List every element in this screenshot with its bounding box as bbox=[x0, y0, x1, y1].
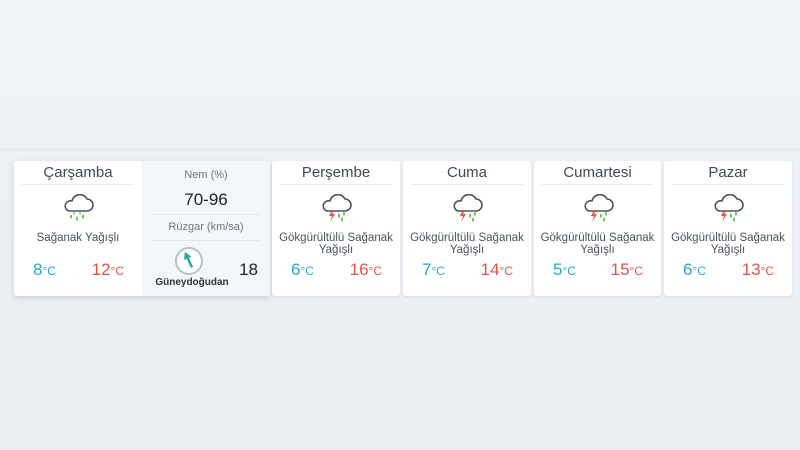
day-card[interactable]: Cuma Gökgürültülü Sağanak Yağışlı 7°C 14… bbox=[403, 161, 531, 296]
thunder-rain-cloud-icon bbox=[453, 194, 483, 222]
max-temp: 12°C bbox=[91, 260, 124, 279]
day-name: Pazar bbox=[672, 161, 784, 185]
day-card[interactable]: Cumartesi Gökgürültülü Sağanak Yağışlı 5… bbox=[534, 161, 661, 296]
thunder-rain-cloud-icon bbox=[584, 194, 614, 222]
day-card[interactable]: Perşembe Gökgürültülü Sağanak Yağışlı 6°… bbox=[272, 161, 400, 296]
day-name: Çarşamba bbox=[22, 161, 134, 185]
thunder-rain-cloud-icon bbox=[322, 194, 352, 222]
day-name: Cumartesi bbox=[542, 161, 653, 185]
day-card[interactable]: Pazar Gökgürültülü Sağanak Yağışlı 6°C 1… bbox=[664, 161, 792, 296]
min-temp: 7°C bbox=[422, 260, 445, 279]
humidity-label: Nem (%) bbox=[184, 169, 228, 181]
min-temp: 5°C bbox=[553, 260, 576, 279]
details-divider bbox=[152, 214, 260, 215]
today-card[interactable]: Çarşamba Sağanak Yağışlı 8°C 12°C Nem (%… bbox=[14, 161, 270, 296]
max-temp: 16°C bbox=[349, 260, 382, 279]
day-name: Perşembe bbox=[280, 161, 392, 185]
wind-label: Rüzgar (km/sa) bbox=[168, 221, 244, 233]
today-main: Çarşamba Sağanak Yağışlı 8°C 12°C bbox=[14, 161, 142, 296]
forecast-row: Çarşamba Sağanak Yağışlı 8°C 12°C Nem (%… bbox=[14, 161, 792, 296]
section-divider bbox=[0, 149, 800, 150]
max-temp: 14°C bbox=[480, 260, 513, 279]
max-temp: 13°C bbox=[741, 260, 774, 279]
rain-cloud-icon bbox=[64, 194, 94, 221]
condition-text: Gökgürültülü Sağanak Yağışlı bbox=[671, 232, 785, 256]
wind-direction: Güneydoğudan bbox=[155, 277, 229, 288]
condition-text: Sağanak Yağışlı bbox=[36, 232, 120, 244]
details-divider bbox=[152, 240, 260, 241]
min-temp: 6°C bbox=[291, 260, 314, 279]
min-temp: 8°C bbox=[33, 260, 56, 279]
humidity-value: 70-96 bbox=[184, 190, 228, 209]
min-temp: 6°C bbox=[683, 260, 706, 279]
thunder-rain-cloud-icon bbox=[714, 194, 744, 222]
condition-text: Gökgürültülü Sağanak Yağışlı bbox=[410, 232, 524, 256]
condition-text: Gökgürültülü Sağanak Yağışlı bbox=[540, 232, 655, 256]
condition-text: Gökgürültülü Sağanak Yağışlı bbox=[279, 232, 393, 256]
day-name: Cuma bbox=[411, 161, 523, 185]
today-details: Nem (%) 70-96 Rüzgar (km/sa) 18 Güneydoğ… bbox=[142, 161, 270, 296]
max-temp: 15°C bbox=[610, 260, 643, 279]
wind-direction-icon bbox=[175, 247, 203, 275]
